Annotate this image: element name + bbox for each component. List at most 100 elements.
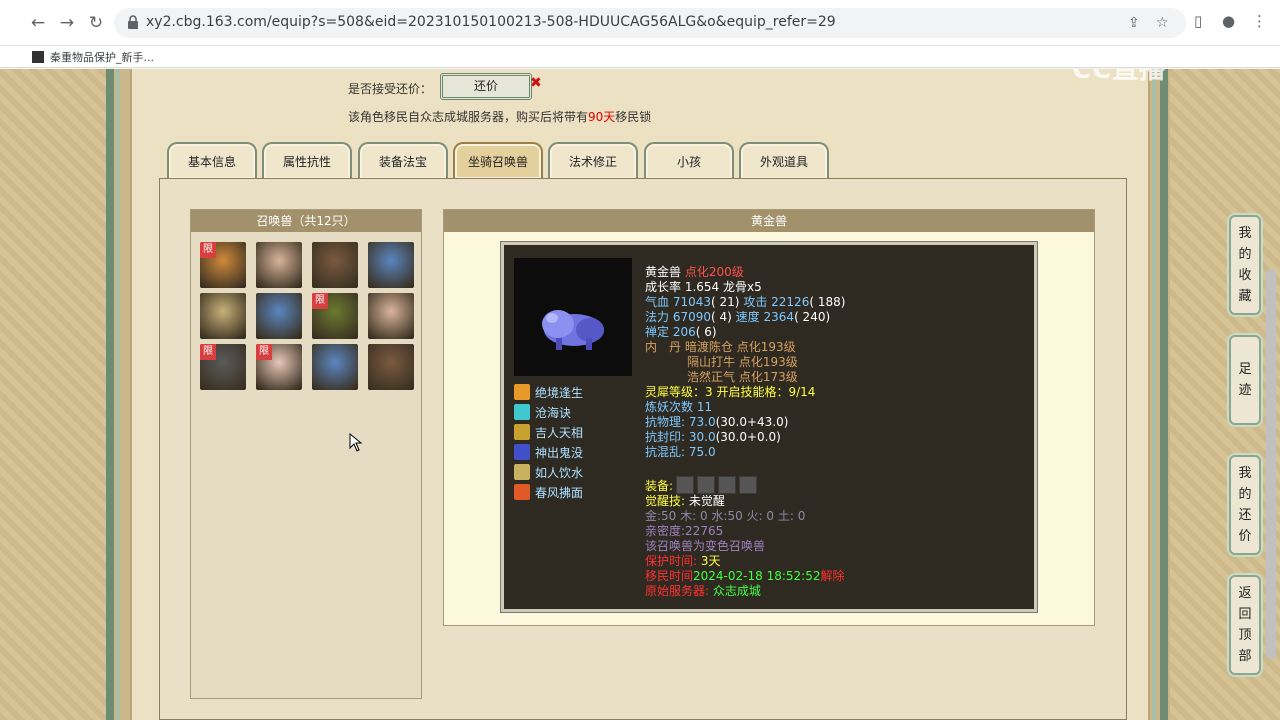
back-arrow-icon[interactable]: ← [26, 11, 50, 35]
stat-hp-points: ( 21) [711, 295, 740, 309]
profile-icon[interactable]: ● [1222, 12, 1235, 30]
tab-equipment[interactable]: 装备法宝 [358, 142, 448, 179]
skill-name: 吉人天相 [535, 426, 584, 440]
stat-speed-value: 2364 [763, 310, 795, 324]
tab-attributes[interactable]: 属性抗性 [262, 142, 352, 179]
skill-icon [514, 464, 530, 480]
awaken-value: 未觉醒 [688, 494, 725, 508]
scrollbar-thumb[interactable] [1266, 269, 1276, 659]
left-decoration [0, 69, 110, 720]
bookmarks-bar: 秦重物品保护_新手... [0, 46, 1280, 68]
stat-attack-label: 攻击 [743, 295, 768, 309]
resist-line-1: 抗物理: 73.0(30.0+43.0) [645, 415, 788, 430]
neidan-level: 点化193级 [738, 355, 798, 369]
skill-item[interactable]: 绝境逢生 [514, 384, 583, 401]
tab-spell-mod[interactable]: 法术修正 [548, 142, 638, 179]
lingxi-line: 灵犀等级：3 开启技能格：9/14 [645, 385, 816, 399]
skill-item[interactable]: 春风拂面 [514, 484, 583, 501]
resist-line-2: 抗封印: 30.0(30.0+0.0) [645, 430, 781, 445]
pet-thumbnail[interactable] [256, 293, 302, 339]
neidan-name: 浩然正气 [687, 370, 736, 384]
reload-icon[interactable]: ↻ [84, 11, 108, 35]
limit-badge: 限 [256, 344, 272, 360]
pet-thumbnail[interactable] [368, 344, 414, 390]
resist-detail: (30.0+43.0) [715, 415, 789, 429]
pet-thumbnail[interactable]: 限 [256, 344, 302, 390]
right-rail-inner [1152, 69, 1156, 720]
migrate-line: 移民时间2024-02-18 18:52:52解除 [645, 569, 844, 584]
resist-detail: (30.0+0.0) [715, 430, 781, 444]
side-nav-char: 藏 [1238, 289, 1252, 304]
side-nav-char: 我 [1238, 466, 1252, 481]
resist-label: 抗混乱: [645, 445, 686, 459]
right-decoration [1170, 69, 1280, 720]
pet-thumbnail[interactable] [368, 293, 414, 339]
skill-name: 沧海诀 [535, 406, 572, 420]
side-nav-favorites[interactable]: 我的收藏 [1229, 215, 1261, 315]
pet-card: 黄金兽 点化200级 成长率 1.654 龙骨x5 气血 71043( 21) … [500, 241, 1038, 613]
share-icon[interactable]: ⇪ [1128, 15, 1140, 31]
side-nav-my-offers[interactable]: 我的还价 [1229, 455, 1261, 555]
side-nav-char: 足 [1238, 362, 1252, 377]
pet-thumbnail[interactable]: 限 [200, 344, 246, 390]
side-nav-char: 顶 [1238, 628, 1252, 643]
side-nav-history[interactable]: 足迹 [1229, 335, 1261, 425]
pet-growth: 成长率 1.654 龙骨x5 [645, 280, 762, 294]
pet-name: 黄金兽 [645, 265, 682, 279]
equip-slot[interactable] [739, 476, 758, 494]
forward-arrow-icon[interactable]: → [55, 11, 79, 35]
stat-mp-points: ( 4) [711, 310, 732, 324]
address-bar[interactable]: xy2.cbg.163.com/equip?s=508&eid=20231015… [114, 8, 1186, 38]
side-nav-char: 返 [1238, 586, 1252, 601]
pet-thumbnail[interactable] [200, 293, 246, 339]
equip-slot[interactable] [676, 476, 695, 494]
lock-icon [128, 15, 138, 29]
pet-list-panel: 召唤兽（共12只） 限限限限 [190, 209, 422, 699]
origin-value: 众志成城 [712, 584, 761, 598]
url-text[interactable]: xy2.cbg.163.com/equip?s=508&eid=20231015… [146, 14, 836, 30]
pet-thumbnail[interactable] [312, 344, 358, 390]
menu-dots-icon[interactable]: ⋮ [1252, 12, 1267, 30]
side-nav-char: 收 [1238, 268, 1252, 283]
stat-mp-value: 67090 [672, 310, 712, 324]
stat-line-1: 气血 71043( 21) 攻击 22126( 188) [645, 295, 845, 310]
skill-item[interactable]: 沧海诀 [514, 404, 571, 421]
neidan-label: 内 丹 [645, 340, 682, 354]
tab-basic-info[interactable]: 基本信息 [167, 142, 257, 179]
close-icon: ✖ [530, 75, 542, 91]
pet-thumbnail[interactable]: 限 [200, 242, 246, 288]
side-nav-back-to-top[interactable]: 返回顶部 [1229, 575, 1261, 675]
pet-thumbnail[interactable]: 限 [312, 293, 358, 339]
skill-item[interactable]: 如人饮水 [514, 464, 583, 481]
main-panel: 是否接受还价： 还价 ✖ 该角色移民自众志成城服务器，购买后将带有90天移民锁 … [130, 69, 1150, 720]
skill-item[interactable]: 吉人天相 [514, 424, 583, 441]
stat-hp-value: 71043 [672, 295, 712, 309]
equip-slot[interactable] [718, 476, 737, 494]
tab-children[interactable]: 小孩 [644, 142, 734, 179]
migrate-value: 2024-02-18 18:52:52 [693, 569, 821, 583]
star-icon[interactable]: ☆ [1156, 15, 1169, 31]
awaken-line: 觉醒技: 未觉醒 [645, 494, 725, 509]
equip-slot[interactable] [697, 476, 716, 494]
skill-icon [514, 444, 530, 460]
side-nav-char: 的 [1238, 487, 1252, 502]
tab-mounts-pets[interactable]: 坐骑召唤兽 [453, 142, 543, 179]
pet-thumbnail[interactable] [312, 242, 358, 288]
sidepanel-icon[interactable]: ▯ [1194, 12, 1202, 30]
limit-badge: 限 [200, 242, 216, 258]
stat-hp-label: 气血 [645, 295, 670, 309]
left-rail-inner [116, 69, 120, 720]
pet-thumbnail[interactable] [368, 242, 414, 288]
origin-label: 原始服务器: [645, 584, 710, 598]
pet-thumbnail[interactable] [256, 242, 302, 288]
stat-line-2: 法力 67090( 4) 速度 2364( 240) [645, 310, 830, 325]
neidan-level: 点化193级 [736, 340, 796, 354]
skill-icon [514, 424, 530, 440]
skill-item[interactable]: 神出鬼没 [514, 444, 583, 461]
side-nav-char: 我 [1238, 226, 1252, 241]
skill-name: 如人饮水 [535, 466, 584, 480]
bookmark-item[interactable]: 秦重物品保护_新手... [32, 49, 154, 65]
counter-offer-button[interactable]: 还价 [440, 73, 532, 100]
tab-appearance[interactable]: 外观道具 [739, 142, 829, 179]
neidan-level: 点化173级 [738, 370, 798, 384]
